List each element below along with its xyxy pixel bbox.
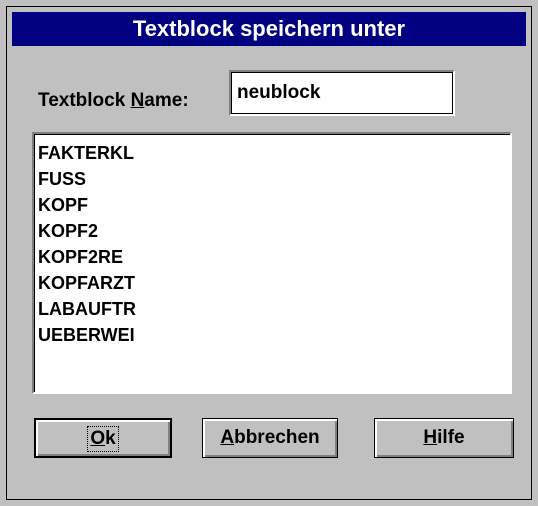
ok-button-mnemonic: O (90, 428, 106, 449)
ok-button-label: k (105, 428, 116, 449)
textblock-listbox[interactable]: FAKTERKL FUSS KOPF KOPF2 KOPF2RE KOPFARZ… (32, 132, 512, 394)
ok-button[interactable]: Ok (34, 418, 172, 458)
list-item[interactable]: LABAUFTR (38, 296, 510, 322)
textblock-name-label-suffix: ame: (144, 90, 189, 111)
textblock-name-label-text: Textblock (38, 90, 131, 111)
textblock-name-label-mnemonic: N (130, 90, 145, 111)
list-item[interactable]: FUSS (38, 166, 510, 192)
help-button-mnemonic: H (423, 427, 438, 448)
help-button[interactable]: Hilfe (374, 418, 514, 458)
cancel-button-mnemonic: A (220, 427, 235, 448)
dialog-body: Textblock Name: FAKTERKL FUSS KOPF KOPF2… (12, 46, 526, 494)
cancel-button-label: bbrechen (234, 427, 320, 448)
ok-button-focus-rect: Ok (87, 426, 119, 452)
list-item[interactable]: KOPF (38, 192, 510, 218)
cancel-button[interactable]: Abbrechen (202, 418, 338, 458)
list-item[interactable]: KOPF2RE (38, 244, 510, 270)
textblock-name-label: Textblock Name: (38, 90, 189, 112)
dialog-title: Textblock speichern unter (132, 16, 406, 41)
list-item[interactable]: KOPFARZT (38, 270, 510, 296)
help-button-label: ilfe (437, 427, 465, 448)
dialog-title-bar[interactable]: Textblock speichern unter (12, 12, 526, 46)
list-item[interactable]: UEBERWEI (38, 322, 510, 348)
list-item[interactable]: FAKTERKL (38, 140, 510, 166)
textblock-name-input[interactable] (229, 70, 455, 116)
list-item[interactable]: KOPF2 (38, 218, 510, 244)
